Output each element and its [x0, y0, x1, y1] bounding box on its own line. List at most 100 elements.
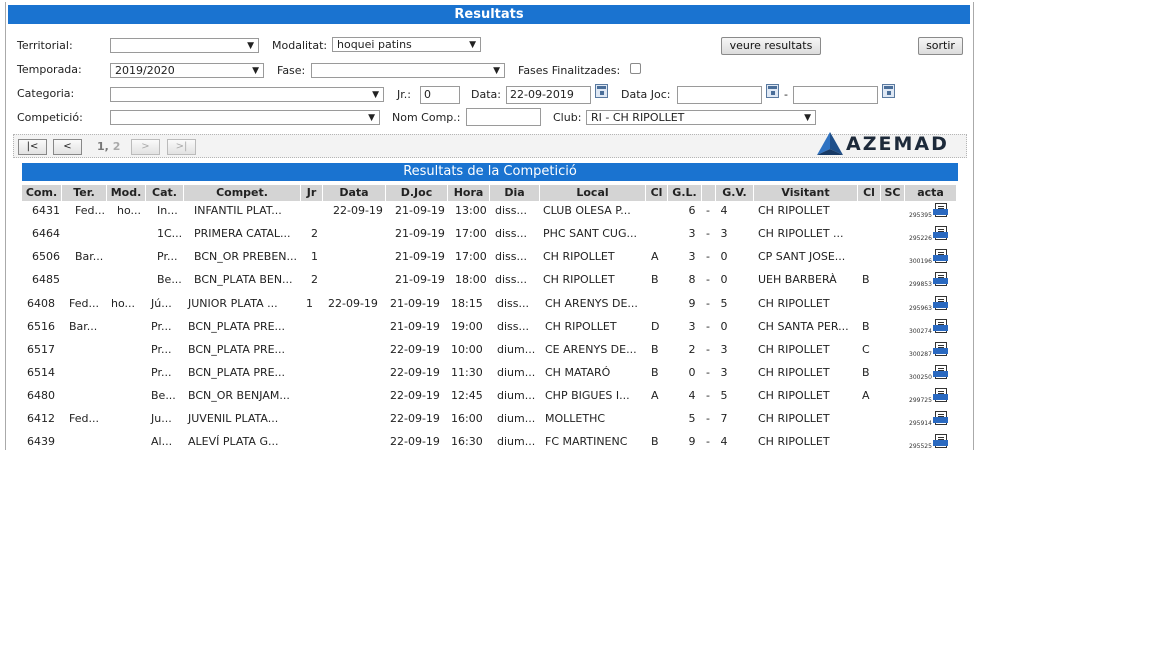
sortir-button[interactable]: sortir — [918, 37, 963, 55]
acta-document-icon[interactable] — [933, 296, 949, 312]
column-header-jr[interactable]: Jr — [301, 185, 323, 201]
temporada-select[interactable]: 2019/2020 ▼ — [110, 63, 264, 78]
cell-visitant: CH RIPOLLET — [758, 297, 830, 310]
club-select[interactable]: RI - CH RIPOLLET ▼ — [586, 110, 816, 125]
column-header-cat[interactable]: Cat. — [146, 185, 184, 201]
column-header-compet[interactable]: Compet. — [184, 185, 301, 201]
cell-djoc: 22-09-19 — [390, 412, 440, 425]
cell-jr: 2 — [311, 273, 318, 286]
cell-com: 6464 — [32, 227, 60, 240]
data-input[interactable]: 22-09-2019 — [506, 86, 591, 104]
data-joc-to-input[interactable] — [793, 86, 878, 104]
acta-document-icon[interactable] — [933, 365, 949, 381]
competicio-select[interactable]: ▼ — [110, 110, 380, 125]
cell-com: 6506 — [32, 250, 60, 263]
page-numbers: 1, 2 — [97, 139, 120, 155]
temporada-value: 2019/2020 — [115, 64, 175, 77]
cell-djoc: 21-09-19 — [395, 204, 445, 217]
column-header-dia[interactable]: Dia — [490, 185, 540, 201]
acta-document-icon[interactable] — [933, 319, 949, 335]
column-header-ter[interactable]: Ter. — [62, 185, 107, 201]
column-header-sep[interactable] — [702, 185, 716, 201]
cell-com: 6480 — [27, 389, 55, 402]
acta-tag-icon — [933, 302, 948, 308]
cell-gv: 3 — [720, 227, 728, 240]
cell-gl: 3 — [688, 227, 696, 240]
cell-cat: Be... — [151, 389, 176, 402]
cell-com: 6439 — [27, 435, 55, 448]
modalitat-select[interactable]: hoquei patins ▼ — [332, 37, 481, 52]
cell-cl: B — [651, 435, 659, 448]
acta-document-icon[interactable] — [933, 272, 949, 288]
acta-document-icon[interactable] — [933, 342, 949, 358]
column-header-acta[interactable]: acta — [905, 185, 957, 201]
cell-cl: B — [651, 273, 659, 286]
categoria-select[interactable]: ▼ — [110, 87, 384, 102]
results-subtitle: Resultats de la Competició — [22, 163, 958, 181]
calendar-icon[interactable] — [766, 84, 779, 98]
last-page-button[interactable]: >| — [167, 139, 196, 155]
azemad-logo: AZEMAD — [816, 131, 947, 157]
cell-visitant: UEH BARBERÀ — [758, 273, 837, 286]
cell-gl: 2 — [688, 343, 696, 356]
acta-number: 295963 — [909, 305, 932, 312]
data-label: Data: — [471, 88, 501, 101]
next-page-button[interactable]: > — [131, 139, 160, 155]
first-page-button[interactable]: |< — [18, 139, 47, 155]
column-header-sc[interactable]: SC — [881, 185, 905, 201]
page-link-2[interactable]: 2 — [113, 140, 121, 153]
column-header-visitant[interactable]: Visitant — [754, 185, 858, 201]
acta-document-icon[interactable] — [933, 203, 949, 219]
categoria-label: Categoria: — [17, 87, 75, 100]
cell-com: 6412 — [27, 412, 55, 425]
cell-djoc: 22-09-19 — [390, 389, 440, 402]
data-joc-from-input[interactable] — [677, 86, 762, 104]
territorial-select[interactable]: ▼ — [110, 38, 259, 53]
acta-tag-icon — [933, 440, 948, 446]
column-header-cl2[interactable]: Cl — [858, 185, 881, 201]
acta-tag-icon — [933, 348, 948, 354]
score-separator: - — [706, 435, 710, 448]
nom-comp-input[interactable] — [466, 108, 541, 126]
column-header-gl[interactable]: G.L. — [668, 185, 702, 201]
calendar-icon[interactable] — [882, 84, 895, 98]
cell-compet: INFANTIL PLAT... — [194, 204, 282, 217]
acta-document-icon[interactable] — [933, 388, 949, 404]
cell-gl: 3 — [688, 320, 696, 333]
column-header-local[interactable]: Local — [540, 185, 646, 201]
score-separator: - — [706, 366, 710, 379]
acta-document-icon[interactable] — [933, 434, 949, 450]
jr-input[interactable]: 0 — [420, 86, 460, 104]
cell-mod: ho... — [117, 204, 141, 217]
chevron-down-icon: ▼ — [469, 40, 476, 50]
score-separator: - — [706, 343, 710, 356]
chevron-down-icon: ▼ — [252, 66, 259, 76]
column-header-data[interactable]: Data — [323, 185, 386, 201]
cell-cat: Pr... — [151, 366, 172, 379]
column-header-cl[interactable]: Cl — [646, 185, 668, 201]
cell-djoc: 21-09-19 — [395, 250, 445, 263]
cell-cat: In... — [157, 204, 178, 217]
veure-resultats-button[interactable]: veure resultats — [721, 37, 821, 55]
cell-cl2: B — [862, 366, 870, 379]
cell-hora: 19:00 — [451, 320, 483, 333]
column-header-gv[interactable]: G.V. — [716, 185, 754, 201]
cell-cl: B — [651, 366, 659, 379]
acta-document-icon[interactable] — [933, 249, 949, 265]
column-header-mod[interactable]: Mod. — [107, 185, 146, 201]
logo-text: AZEMAD — [846, 133, 949, 155]
calendar-icon[interactable] — [595, 84, 608, 98]
column-header-djoc[interactable]: D.Joc — [386, 185, 448, 201]
prev-page-button[interactable]: < — [53, 139, 82, 155]
cell-compet: JUNIOR PLATA ... — [188, 297, 278, 310]
cell-compet: BCN_PLATA PRE... — [188, 320, 286, 333]
fase-select[interactable]: ▼ — [311, 63, 505, 78]
acta-number: 295914 — [909, 420, 932, 427]
column-header-hora[interactable]: Hora — [448, 185, 490, 201]
cell-dia: diss... — [497, 297, 529, 310]
column-header-com[interactable]: Com. — [22, 185, 62, 201]
acta-document-icon[interactable] — [933, 411, 949, 427]
cell-compet: PRIMERA CATAL... — [194, 227, 291, 240]
acta-document-icon[interactable] — [933, 226, 949, 242]
fases-finalitzades-checkbox[interactable] — [630, 63, 641, 74]
